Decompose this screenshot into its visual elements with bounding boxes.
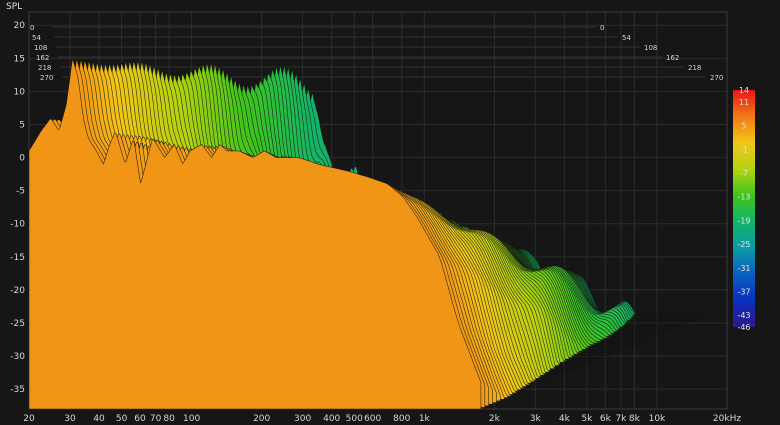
- depth-tick-label-left: 270: [40, 74, 53, 82]
- x-tick-label: 100: [183, 414, 200, 424]
- depth-tick-label-left: 218: [38, 64, 51, 72]
- depth-tick-label-right: 0: [600, 24, 604, 32]
- x-tick-label: 70: [150, 414, 162, 424]
- colorbar-tick-label: -13: [737, 193, 750, 202]
- x-tick-label: 20: [23, 414, 35, 424]
- y-tick-label: 5: [19, 120, 25, 130]
- x-tick-label: 200: [253, 414, 270, 424]
- depth-tick-label-left: 108: [34, 44, 47, 52]
- x-tick-label: 6k: [600, 414, 612, 424]
- y-tick-label: -15: [10, 253, 25, 263]
- y-tick-label: -20: [10, 286, 25, 296]
- x-tick-label: 2k: [489, 414, 501, 424]
- x-tick-label: 1k: [419, 414, 431, 424]
- y-axis-title: SPL: [6, 2, 22, 12]
- x-tick-label: 10k: [649, 414, 666, 424]
- x-tick-label: 800: [393, 414, 410, 424]
- colorbar-tick-label: -37: [737, 287, 750, 296]
- y-tick-label: 20: [14, 21, 26, 31]
- y-tick-label: 15: [14, 54, 25, 64]
- x-tick-label: 5k: [581, 414, 593, 424]
- x-tick-label: 4k: [559, 414, 571, 424]
- depth-tick-label-left: 162: [36, 54, 49, 62]
- depth-tick-label-right: 162: [666, 54, 679, 62]
- depth-tick-label-left: 0: [30, 24, 34, 32]
- x-tick-label: 300: [294, 414, 311, 424]
- depth-tick-label-left: 54: [32, 34, 41, 42]
- x-tick-label: 40: [93, 414, 105, 424]
- x-tick-label: 500: [346, 414, 363, 424]
- colorbar-tick-label: -43: [737, 311, 750, 320]
- x-tick-label: 50: [116, 414, 128, 424]
- x-tick-label: 3k: [530, 414, 542, 424]
- x-tick-label: 30: [64, 414, 76, 424]
- colorbar-tick-label: -46: [737, 323, 750, 332]
- waterfall-chart: 0 0 54 54 108 108 162 162 218 218 270 270 SPL 20 15 1…: [0, 0, 780, 425]
- colorbar: 14 11 5 -1 -7 -13 -19 -25 -31 -37 -43 -46: [733, 86, 755, 332]
- colorbar-tick-label: -19: [737, 216, 750, 225]
- colorbar-tick-label: 11: [739, 98, 749, 107]
- colorbar-tick-label: -31: [737, 264, 750, 273]
- y-tick-label: -30: [10, 352, 25, 362]
- x-tick-label: 20kHz: [713, 414, 741, 424]
- colorbar-tick-label: -1: [740, 145, 748, 154]
- y-tick-label: -10: [10, 220, 25, 230]
- x-tick-label: 7k: [615, 414, 627, 424]
- x-tick-label: 400: [323, 414, 340, 424]
- y-tick-label: -5: [16, 187, 25, 197]
- y-tick-label: -25: [10, 319, 25, 329]
- depth-tick-label-right: 270: [710, 74, 723, 82]
- y-tick-label: 10: [14, 87, 26, 97]
- x-tick-label: 600: [364, 414, 381, 424]
- colorbar-tick-label: -25: [737, 240, 750, 249]
- y-tick-label: 0: [19, 154, 25, 164]
- x-tick-label: 80: [163, 414, 175, 424]
- depth-tick-label-right: 108: [644, 44, 657, 52]
- y-tick-label: -35: [10, 385, 25, 395]
- depth-tick-label-right: 54: [622, 34, 631, 42]
- colorbar-tick-label: -7: [740, 169, 748, 178]
- x-tick-label: 60: [134, 414, 146, 424]
- colorbar-tick-label: 14: [739, 86, 749, 95]
- x-tick-label: 8k: [629, 414, 641, 424]
- colorbar-tick-label: 5: [741, 122, 746, 131]
- depth-tick-label-right: 218: [688, 64, 701, 72]
